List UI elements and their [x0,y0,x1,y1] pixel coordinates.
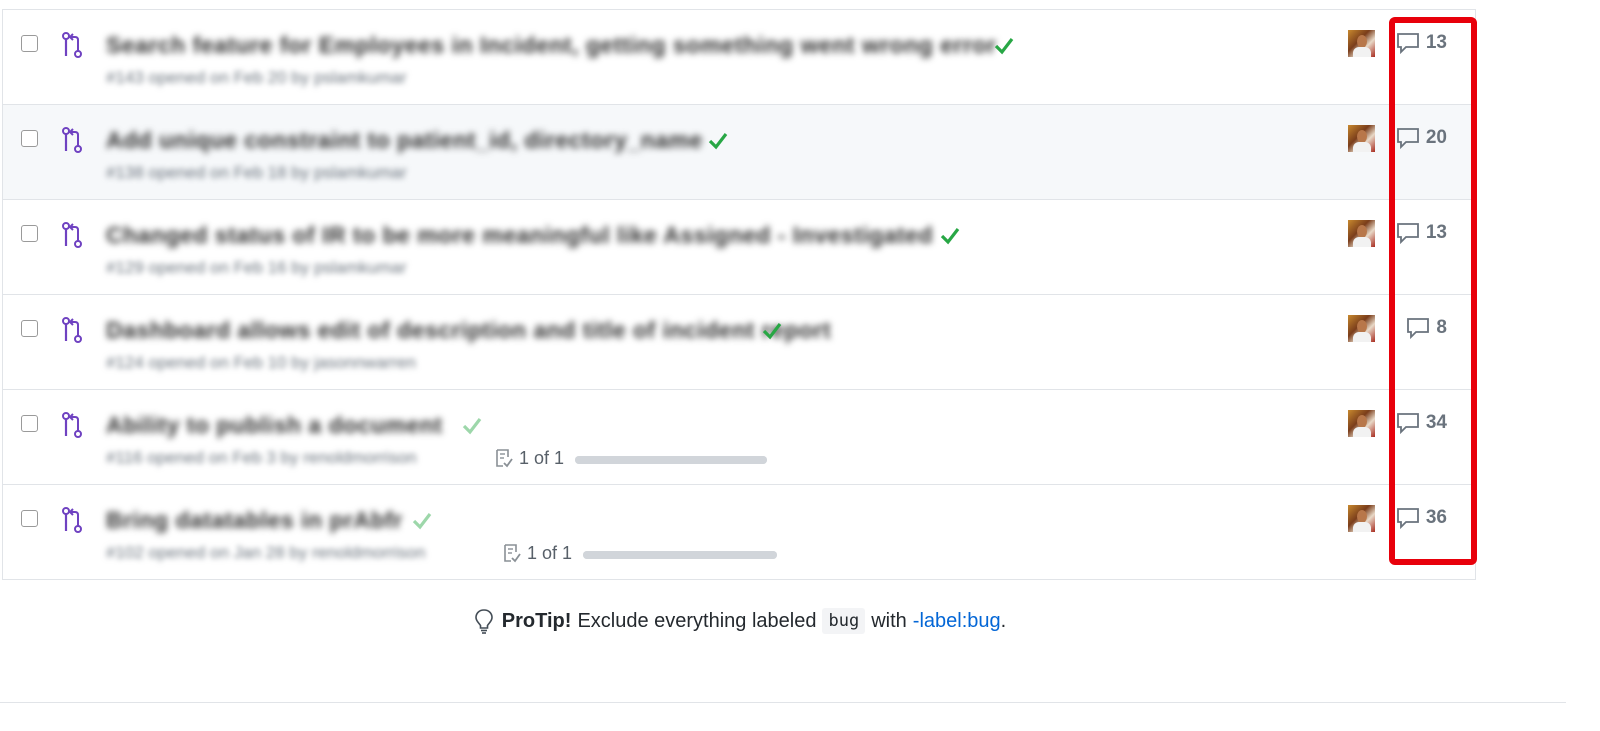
protip-text: Exclude everything labeled [577,609,817,632]
row-checkbox[interactable] [21,320,38,337]
pull-request-meta: #116 opened on Feb 3 by renoldmorrison [106,448,417,467]
pull-request-row[interactable]: Changed status of IR to be more meaningf… [3,199,1475,294]
row-checkbox[interactable] [21,225,38,242]
task-progress-fill [583,551,777,559]
pull-request-meta: #102 opened on Jan 28 by renoldmorrison [106,543,426,562]
pull-request-title[interactable]: Add unique constraint to patient_id, dir… [106,127,703,154]
comment-count-link[interactable]: 20 [1396,126,1447,150]
protip-period: . [1000,609,1007,632]
comment-count: 36 [1425,507,1447,528]
pull-request-title[interactable]: Ability to publish a document [106,412,443,439]
lightbulb-icon [474,609,493,634]
pull-request-meta: #124 opened on Feb 10 by jasonnwarren [106,353,417,372]
comment-count: 13 [1425,32,1447,53]
pull-request-title[interactable]: Changed status of IR to be more meaningf… [106,222,933,249]
git-pull-request-icon [62,412,82,438]
comment-count: 20 [1425,127,1447,148]
protip: ProTip! Exclude everything labeled bug w… [0,608,1480,634]
comment-count: 34 [1425,412,1447,433]
comment-count-link[interactable]: 8 [1406,316,1447,340]
comment-icon [1396,508,1419,530]
row-checkbox[interactable] [21,35,38,52]
task-progress-bar [575,456,767,464]
pull-request-list: Search feature for Employees in Incident… [2,9,1476,580]
tasklist-icon [496,449,513,468]
task-progress-text: 1 of 1 [527,543,573,563]
pull-request-meta: #143 opened on Feb 20 by pslamkumar [106,68,407,87]
comment-count: 8 [1436,317,1447,338]
divider [0,702,1566,703]
comment-count: 13 [1425,222,1447,243]
pull-request-meta: #138 opened on Feb 18 by pslamkumar [106,163,407,182]
comment-icon [1396,223,1419,245]
avatar[interactable] [1348,505,1375,532]
comment-icon [1396,413,1419,435]
git-pull-request-icon [62,32,82,58]
check-icon [940,228,960,245]
comment-count-link[interactable]: 13 [1396,221,1447,245]
row-checkbox[interactable] [21,415,38,432]
avatar[interactable] [1348,315,1375,342]
git-pull-request-icon [62,222,82,248]
task-progress-text: 1 of 1 [519,448,565,468]
check-icon [412,513,432,530]
git-pull-request-icon [62,127,82,153]
avatar[interactable] [1348,220,1375,247]
pull-request-row[interactable]: Ability to publish a document #116 opene… [3,389,1475,484]
avatar[interactable] [1348,30,1375,57]
row-checkbox[interactable] [21,510,38,527]
comment-count-link[interactable]: 34 [1396,411,1447,435]
check-icon [708,133,728,150]
comment-icon [1396,33,1419,55]
pull-request-row[interactable]: Add unique constraint to patient_id, dir… [3,104,1475,199]
check-icon [994,38,1014,55]
tasklist-icon [504,544,521,563]
pull-request-title[interactable]: Search feature for Employees in Incident… [106,32,996,59]
pull-request-title[interactable]: Dashboard allows edit of description and… [106,317,831,344]
task-progress-bar [583,551,777,559]
comment-count-link[interactable]: 36 [1396,506,1447,530]
git-pull-request-icon [62,507,82,533]
protip-label: ProTip! [501,609,572,632]
pull-request-meta: #129 opened on Feb 16 by pslamkumar [106,258,407,277]
pull-request-row[interactable]: Dashboard allows edit of description and… [3,294,1475,389]
check-icon [462,418,482,435]
task-progress-fill [575,456,767,464]
protip-code: bug [822,608,866,634]
pull-request-title[interactable]: Bring datatables in prAbfr [106,507,403,534]
pull-request-row[interactable]: Search feature for Employees in Incident… [3,10,1475,104]
git-pull-request-icon [62,317,82,343]
protip-text-middle: with [871,609,907,632]
comment-icon [1396,128,1419,150]
check-icon [762,323,782,340]
comment-icon [1407,318,1430,340]
avatar[interactable] [1348,125,1375,152]
pull-request-row[interactable]: Bring datatables in prAbfr #102 opened o… [3,484,1475,579]
row-checkbox[interactable] [21,130,38,147]
protip-link[interactable]: -label:bug [913,610,1001,633]
comment-count-link[interactable]: 13 [1396,31,1447,55]
avatar[interactable] [1348,410,1375,437]
